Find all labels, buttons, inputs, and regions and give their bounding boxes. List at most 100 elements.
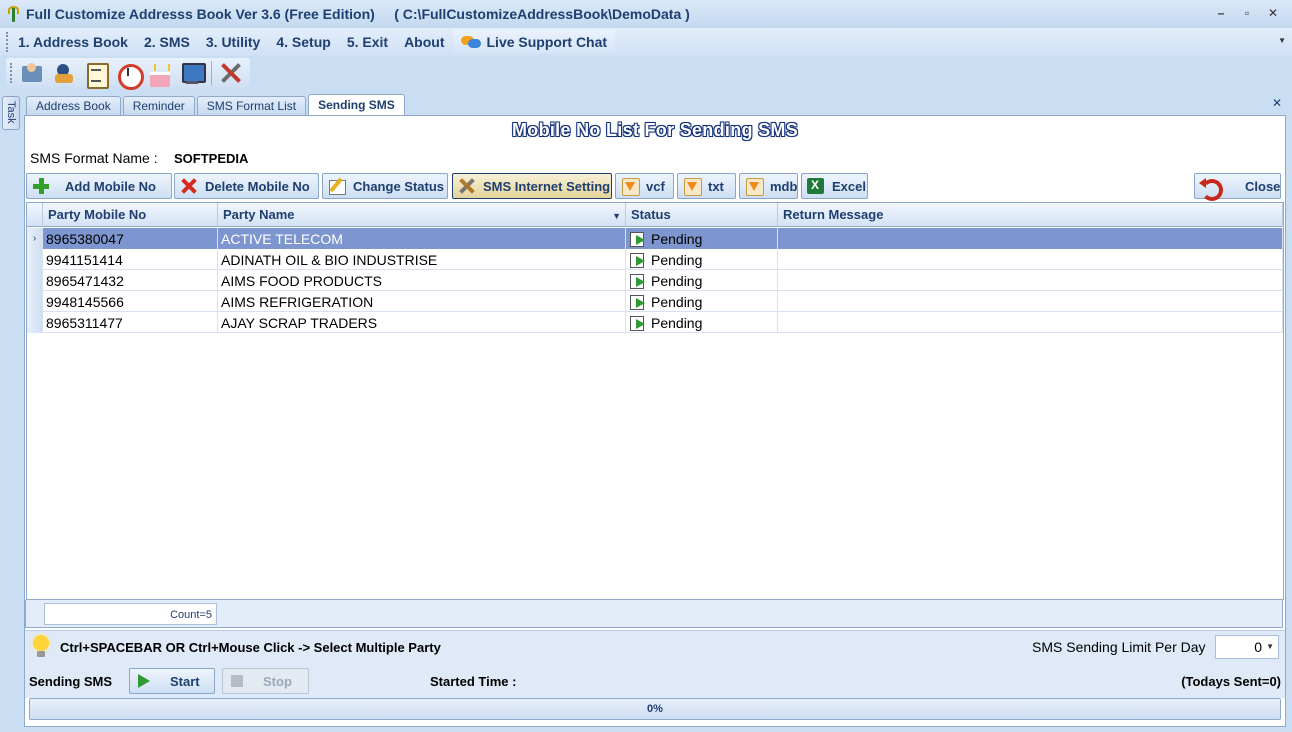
export-mdb-button[interactable]: mdb: [739, 173, 798, 199]
cell-return-message: [778, 270, 1283, 291]
export-txt-button[interactable]: txt: [677, 173, 736, 199]
plus-icon: [31, 177, 51, 195]
toolbar-separator: [211, 61, 212, 85]
wrench-icon: [457, 177, 477, 195]
table-row[interactable]: 8965311477 AJAY SCRAP TRADERS Pending: [27, 312, 1283, 333]
edit-pencil-icon: [327, 177, 347, 195]
cell-party-name: ADINATH OIL & BIO INDUSTRISE: [218, 249, 626, 270]
grid-body: › 8965380047 ACTIVE TELECOM Pending 99411514…: [27, 228, 1283, 333]
close-window-button[interactable]: ✕: [1262, 4, 1284, 22]
table-row[interactable]: 9948145566 AIMS REFRIGERATION Pending: [27, 291, 1283, 312]
row-selector[interactable]: ›: [27, 228, 43, 249]
sms-internet-setting-button[interactable]: SMS Internet Setting: [452, 173, 612, 199]
maximize-button[interactable]: ▫: [1236, 4, 1258, 22]
menu-utility[interactable]: 3. Utility: [198, 30, 268, 54]
add-mobile-no-button[interactable]: Add Mobile No: [26, 173, 172, 199]
column-header-status[interactable]: Status: [626, 203, 778, 227]
tab-address-book[interactable]: Address Book: [26, 96, 121, 116]
menu-exit[interactable]: 5. Exit: [339, 30, 396, 54]
export-excel-label: Excel: [832, 178, 866, 194]
pending-status-icon: [629, 252, 647, 268]
task-side-tab[interactable]: Task: [2, 96, 20, 130]
excel-icon: [806, 177, 826, 195]
cell-mobile: 8965311477: [43, 312, 218, 333]
cell-status: Pending: [626, 228, 778, 249]
minimize-button[interactable]: –: [1210, 4, 1232, 22]
grid-footer: Count=5: [25, 600, 1283, 628]
table-row[interactable]: › 8965380047 ACTIVE TELECOM Pending: [27, 228, 1283, 249]
cell-return-message: [778, 291, 1283, 312]
menu-setup[interactable]: 4. Setup: [268, 30, 338, 54]
delete-x-icon: [179, 177, 199, 195]
cell-party-name: AIMS FOOD PRODUCTS: [218, 270, 626, 291]
filter-icon[interactable]: ▼: [612, 205, 621, 228]
export-txt-label: txt: [708, 178, 724, 194]
sms-internet-setting-label: SMS Internet Setting: [483, 178, 611, 194]
row-selector[interactable]: [27, 291, 43, 312]
close-panel-button[interactable]: Close: [1194, 173, 1281, 201]
menu-live-support-chat[interactable]: Live Support Chat: [452, 30, 616, 54]
cell-status: Pending: [626, 249, 778, 270]
cell-party-name: AJAY SCRAP TRADERS: [218, 312, 626, 333]
menu-overflow-icon[interactable]: ▼: [1278, 36, 1286, 45]
window-title: Full Customize Addresss Book Ver 3.6 (Fr…: [26, 6, 690, 22]
change-status-button[interactable]: Change Status: [322, 173, 448, 199]
birthday-cake-icon[interactable]: [147, 60, 173, 87]
row-selector[interactable]: [27, 312, 43, 333]
table-row[interactable]: 9941151414 ADINATH OIL & BIO INDUSTRISE Pe…: [27, 249, 1283, 270]
tab-reminder[interactable]: Reminder: [122, 96, 195, 116]
menu-address-book[interactable]: 1. Address Book: [10, 30, 136, 54]
sms-limit-value: 0: [1254, 639, 1262, 655]
tab-strip: Address Book Reminder SMS Format List Se…: [26, 94, 405, 116]
delete-mobile-no-label: Delete Mobile No: [205, 178, 310, 194]
alarm-clock-icon[interactable]: [115, 60, 144, 90]
sending-sms-panel: Mobile No List For Sending SMS SMS Forma…: [24, 115, 1286, 727]
tools-icon[interactable]: [218, 60, 244, 86]
cell-mobile: 9941151414: [43, 249, 218, 270]
column-header-party-name-label: Party Name: [223, 207, 295, 222]
row-selector[interactable]: [27, 270, 43, 291]
todays-sent-count: (Todays Sent=0): [1181, 674, 1281, 689]
sms-limit-select[interactable]: 0 ▼: [1215, 635, 1279, 659]
row-selector[interactable]: [27, 249, 43, 270]
sending-sms-label: Sending SMS: [29, 674, 113, 689]
chevron-down-icon: ▼: [1266, 642, 1274, 651]
add-mobile-no-label: Add Mobile No: [65, 178, 156, 194]
sms-format-name-value: SOFTPEDIA: [174, 151, 249, 166]
tab-sms-format-list[interactable]: SMS Format List: [196, 96, 307, 116]
export-vcf-button[interactable]: vcf: [615, 173, 674, 199]
column-header-party-name[interactable]: Party Name ▼: [218, 203, 626, 227]
light-bulb-icon: [31, 635, 51, 659]
clipboard-icon[interactable]: [83, 60, 109, 89]
export-vcf-label: vcf: [646, 178, 665, 194]
started-time-label: Started Time :: [430, 674, 517, 689]
progress-bar: 0%: [29, 698, 1281, 720]
monitor-icon[interactable]: [179, 60, 206, 86]
change-status-label: Change Status: [353, 178, 445, 194]
undo-arrow-icon: [1199, 177, 1223, 201]
column-header-mobile[interactable]: Party Mobile No: [43, 203, 218, 227]
table-row[interactable]: 8965471432 AIMS FOOD PRODUCTS Pending: [27, 270, 1283, 291]
pending-status-icon: [629, 231, 647, 247]
column-header-return-message[interactable]: Return Message: [778, 203, 1283, 227]
menu-about[interactable]: About: [396, 30, 452, 54]
sms-limit-label: SMS Sending Limit Per Day: [1032, 639, 1206, 655]
row-selector-header: [27, 203, 43, 227]
sending-controls: Sending SMS Start Stop Started Time : (T…: [25, 662, 1285, 698]
stop-label: Stop: [263, 673, 292, 689]
close-tab-icon[interactable]: ✕: [1272, 96, 1282, 110]
close-panel-label: Close: [1245, 178, 1281, 194]
cell-mobile: 9948145566: [43, 291, 218, 312]
person-icon[interactable]: [51, 60, 77, 86]
stop-button[interactable]: Stop: [222, 668, 309, 694]
status-text: Pending: [651, 293, 703, 310]
cell-mobile: 8965471432: [43, 270, 218, 291]
contacts-card-icon[interactable]: [19, 60, 45, 86]
delete-mobile-no-button[interactable]: Delete Mobile No: [174, 173, 319, 199]
tab-sending-sms[interactable]: Sending SMS: [308, 94, 405, 116]
export-excel-button[interactable]: Excel: [801, 173, 868, 199]
pending-status-icon: [629, 294, 647, 310]
panel-title: Mobile No List For Sending SMS: [512, 120, 798, 140]
start-button[interactable]: Start: [129, 668, 215, 694]
menu-sms[interactable]: 2. SMS: [136, 30, 198, 54]
